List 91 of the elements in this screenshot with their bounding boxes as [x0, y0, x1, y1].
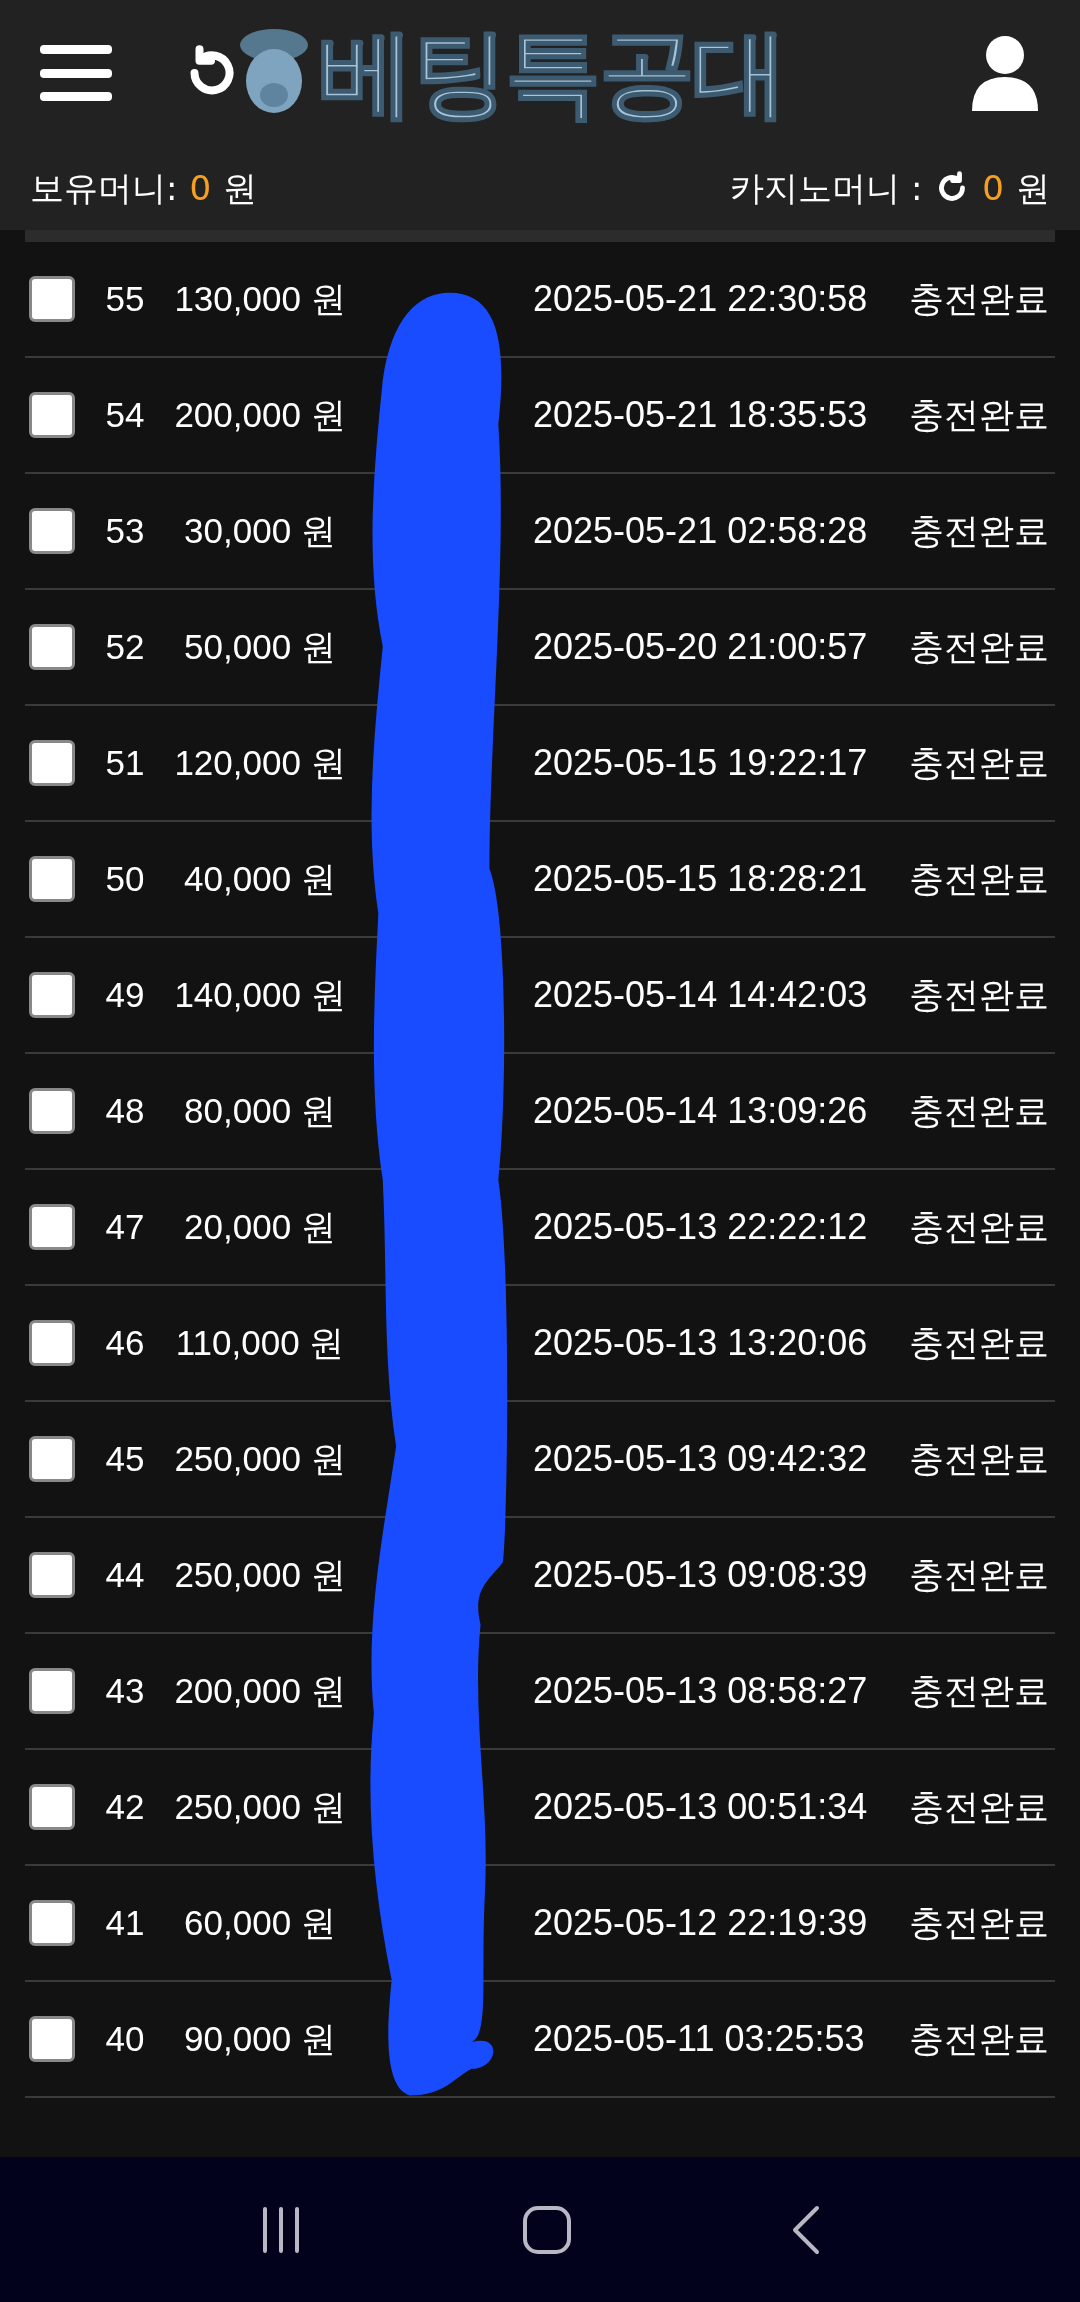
- row-checkbox[interactable]: [29, 1320, 75, 1366]
- row-checkbox[interactable]: [29, 1668, 75, 1714]
- row-number: 53: [104, 509, 146, 552]
- row-number: 49: [104, 973, 146, 1016]
- row-checkbox[interactable]: [29, 1784, 75, 1830]
- back-icon[interactable]: [790, 2204, 821, 2255]
- row-number: 45: [104, 1437, 146, 1480]
- casino-balance-label: 카지노머니 :: [730, 166, 923, 210]
- status-cell-text: 충전완료: [909, 1321, 1049, 1364]
- menu-button[interactable]: [40, 43, 112, 103]
- amount-cell-text: 90,000 원: [183, 2017, 337, 2060]
- row-checkbox[interactable]: [29, 624, 75, 670]
- amount-cell-text: 40,000 원: [183, 857, 337, 900]
- datetime-cell-text: 2025-05-21 22:30:58: [533, 277, 868, 321]
- datetime-cell-text: 2025-05-14 13:09:26: [533, 1089, 868, 1133]
- row-checkbox[interactable]: [29, 276, 75, 322]
- status-cell-text: 충전완료: [909, 1553, 1049, 1596]
- amount-cell-text: 250,000 원: [173, 1437, 347, 1480]
- row-number: 44: [104, 1553, 146, 1596]
- row-checkbox[interactable]: [29, 856, 75, 902]
- row-checkbox[interactable]: [29, 740, 75, 786]
- status-cell-text: 충전완료: [909, 393, 1049, 436]
- datetime-cell-text: 2025-05-13 22:22:12: [533, 1205, 868, 1249]
- datetime-cell-text: 2025-05-13 09:42:32: [533, 1437, 868, 1481]
- datetime-cell-text: 2025-05-15 18:28:21: [533, 857, 868, 901]
- row-number: 55: [104, 277, 146, 320]
- logo-text: 베팅특공대: [318, 25, 786, 121]
- amount-cell-text: 60,000 원: [183, 1901, 337, 1944]
- row-checkbox[interactable]: [29, 1204, 75, 1250]
- status-cell-text: 충전완료: [909, 1437, 1049, 1480]
- row-number: 43: [104, 1669, 146, 1712]
- casino-balance-amount: 0: [982, 166, 1004, 210]
- status-cell-text: 충전완료: [909, 625, 1049, 668]
- status-cell-text: 충전완료: [909, 1205, 1049, 1248]
- amount-cell-text: 120,000 원: [173, 741, 347, 784]
- row-number: 51: [104, 741, 146, 784]
- amount-cell-text: 200,000 원: [173, 1669, 347, 1712]
- amount-cell-text: 130,000 원: [173, 277, 347, 320]
- amount-cell-text: 200,000 원: [173, 393, 347, 436]
- row-checkbox[interactable]: [29, 1436, 75, 1482]
- status-cell-text: 충전완료: [909, 1089, 1049, 1132]
- amount-cell-text: 80,000 원: [183, 1089, 337, 1132]
- status-cell-text: 충전완료: [909, 1669, 1049, 1712]
- datetime-cell-text: 2025-05-14 14:42:03: [533, 973, 868, 1017]
- amount-cell-text: 50,000 원: [183, 625, 337, 668]
- row-number: 41: [104, 1901, 146, 1944]
- amount-cell-text: 250,000 원: [173, 1785, 347, 1828]
- status-cell-text: 충전완료: [909, 857, 1049, 900]
- row-checkbox[interactable]: [29, 1552, 75, 1598]
- status-cell-text: 충전완료: [909, 277, 1049, 320]
- user-icon[interactable]: [970, 35, 1040, 111]
- datetime-cell-text: 2025-05-13 09:08:39: [533, 1553, 868, 1597]
- status-cell-text: 충전완료: [909, 2017, 1049, 2060]
- datetime-cell-text: 2025-05-12 22:19:39: [533, 1901, 868, 1945]
- status-cell-text: 충전완료: [909, 1901, 1049, 1944]
- row-number: 47: [104, 1205, 146, 1248]
- row-checkbox[interactable]: [29, 1900, 75, 1946]
- casino-balance-unit: 원: [1016, 166, 1050, 210]
- row-checkbox[interactable]: [29, 2016, 75, 2062]
- datetime-cell-text: 2025-05-15 19:22:17: [533, 741, 868, 785]
- amount-cell-text: 30,000 원: [183, 509, 337, 552]
- row-number: 54: [104, 393, 146, 436]
- row-checkbox[interactable]: [29, 972, 75, 1018]
- row-checkbox[interactable]: [29, 508, 75, 554]
- row-number: 40: [104, 2017, 146, 2060]
- home-icon[interactable]: [522, 2204, 572, 2255]
- status-cell-text: 충전완료: [909, 509, 1049, 552]
- amount-cell-text: 140,000 원: [173, 973, 347, 1016]
- status-cell-text: 충전완료: [909, 741, 1049, 784]
- row-number: 46: [104, 1321, 146, 1364]
- status-cell-text: 충전완료: [909, 1785, 1049, 1828]
- balance-amount: 0: [189, 166, 212, 210]
- row-number: 42: [104, 1785, 146, 1828]
- datetime-cell-text: 2025-05-21 02:58:28: [533, 509, 868, 553]
- status-cell-text: 충전완료: [909, 973, 1049, 1016]
- balance-label: 보유머니:: [30, 166, 178, 210]
- amount-cell-text: 20,000 원: [183, 1205, 337, 1248]
- datetime-cell-text: 2025-05-13 13:20:06: [533, 1321, 868, 1365]
- datetime-cell-text: 2025-05-21 18:35:53: [533, 393, 868, 437]
- row-checkbox[interactable]: [29, 1088, 75, 1134]
- datetime-cell-text: 2025-05-13 00:51:34: [533, 1785, 868, 1829]
- datetime-cell-text: 2025-05-11 03:25:53: [533, 2017, 865, 2061]
- row-number: 52: [104, 625, 146, 668]
- row-number: 50: [104, 857, 146, 900]
- datetime-cell-text: 2025-05-13 08:58:27: [533, 1669, 868, 1713]
- row-number: 48: [104, 1089, 146, 1132]
- amount-cell-text: 250,000 원: [173, 1553, 347, 1596]
- row-checkbox[interactable]: [29, 392, 75, 438]
- amount-cell-text: 110,000 원: [174, 1321, 346, 1364]
- datetime-cell-text: 2025-05-20 21:00:57: [533, 625, 868, 669]
- balance-unit: 원: [223, 166, 258, 210]
